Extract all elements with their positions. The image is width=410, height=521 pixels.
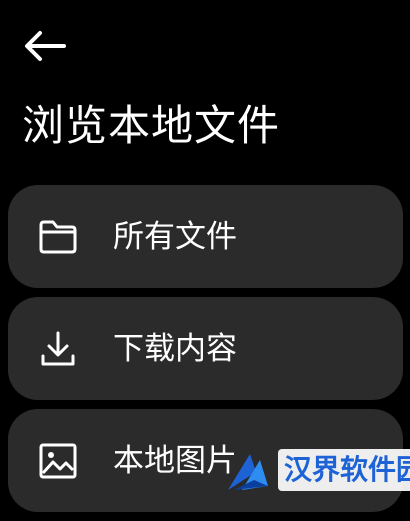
watermark-logo-icon — [224, 446, 272, 494]
folder-icon — [38, 217, 78, 257]
page-title: 浏览本地文件 — [22, 101, 281, 150]
watermark-text: 汉界软件园 — [278, 449, 410, 491]
download-icon — [38, 329, 78, 369]
list-item-label: 下载内容 — [113, 330, 237, 367]
list-item-downloads[interactable]: 下载内容 — [8, 297, 403, 400]
back-button[interactable] — [22, 26, 70, 70]
list-item-all-files[interactable]: 所有文件 — [8, 185, 403, 288]
watermark: 汉界软件园 — [224, 444, 410, 496]
arrow-left-icon — [22, 29, 66, 67]
list-item-label: 所有文件 — [113, 218, 237, 255]
list-item-label: 本地图片 — [113, 442, 237, 479]
image-icon — [38, 441, 78, 481]
